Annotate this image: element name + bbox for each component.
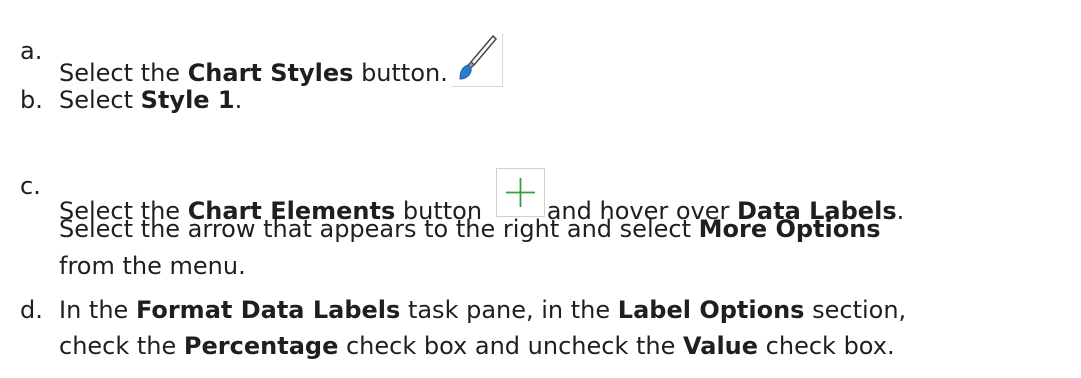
step-marker: a. [20, 37, 43, 65]
step-bold-term: More Options [698, 215, 881, 243]
step-text-segment: . [234, 86, 243, 114]
chart-styles-paintbrush-icon [451, 33, 503, 87]
step-marker: b. [20, 86, 43, 114]
instruction-page: { "steps": [ { "marker": "a.", "text1": … [0, 0, 1081, 378]
step-bold-term: Label Options [617, 296, 805, 324]
step-text-segment: . [896, 197, 905, 225]
step-text-segment: check the [59, 332, 184, 360]
step-marker: c. [20, 172, 41, 200]
step-text: Select Style 1. [59, 82, 242, 118]
step-bold-term: Style 1 [140, 86, 235, 114]
step-text: check the Percentage check box and unche… [59, 328, 895, 364]
step-text: Select the arrow that appears to the rig… [59, 211, 881, 247]
step-text-segment: section, [804, 296, 907, 324]
step-marker: d. [20, 296, 43, 324]
step-text-segment: check box. [758, 332, 895, 360]
step-bold-term: Percentage [183, 332, 339, 360]
step-text: from the menu. [59, 252, 246, 280]
step-text-segment: Select [59, 86, 141, 114]
step-text-segment: In the [59, 296, 136, 324]
step-text: In the Format Data Labels task pane, in … [59, 292, 906, 328]
step-text-segment: check box and uncheck the [338, 332, 683, 360]
chart-elements-plus-icon [495, 168, 545, 217]
step-text-segment: Select the arrow that appears to the rig… [59, 215, 699, 243]
step-text-segment: task pane, in the [400, 296, 618, 324]
step-bold-term: Value [683, 332, 759, 360]
step-text-segment: button. [353, 59, 448, 87]
step-bold-term: Format Data Labels [135, 296, 401, 324]
